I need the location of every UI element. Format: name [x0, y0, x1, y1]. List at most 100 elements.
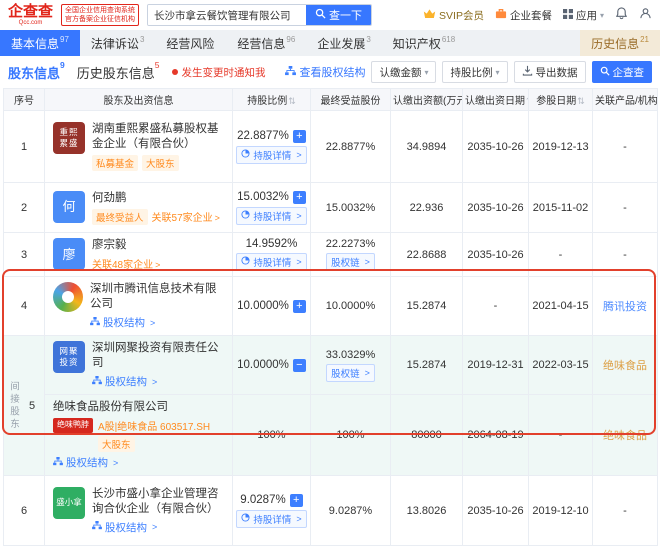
search-bar: 查一下	[147, 4, 372, 26]
tab-basic-info[interactable]: 基本信息97	[0, 30, 80, 56]
row-serial-group: 间接股东 5	[4, 336, 45, 476]
join-date-value: 2019-12-10	[529, 476, 593, 546]
shareholder-name[interactable]: 廖宗毅	[92, 238, 160, 253]
search-icon	[315, 8, 326, 22]
tab-legal[interactable]: 法律诉讼3	[80, 30, 155, 56]
product-value: -	[593, 233, 658, 277]
product-link[interactable]: 绝味食品	[593, 395, 658, 476]
tab-operation-info[interactable]: 经营信息96	[226, 30, 306, 56]
qcc-app-button[interactable]: 企查查	[592, 61, 653, 83]
shareholder-name[interactable]: 何劲鹏	[92, 191, 220, 206]
holding-detail-link[interactable]: 持股详情	[236, 146, 306, 164]
ratio-value: 14.9592%	[246, 238, 298, 250]
shareholder-name[interactable]: 深圳市腾讯信息技术有限公司	[90, 282, 224, 312]
product-value: -	[593, 183, 658, 233]
search-button[interactable]: 查一下	[306, 5, 371, 25]
equity-structure-link[interactable]: 股权结构	[92, 520, 224, 535]
equity-structure-link[interactable]: 股权结构	[90, 315, 224, 330]
tab-operation-risk[interactable]: 经营风险	[155, 30, 226, 56]
change-notify[interactable]: 发生变更时通知我	[172, 65, 266, 80]
stock-code-link[interactable]: A股|绝味食品 603517.SH	[98, 418, 210, 433]
table-row: 6 盛小拿 长沙市盛小拿企业管理咨询合伙企业（有限合伙） 股权结构 9.0287…	[4, 476, 658, 546]
ratio-value: 15.0032%	[237, 191, 289, 203]
sort-icon[interactable]: ⇅	[288, 96, 296, 106]
amount-value: 15.2874	[391, 277, 463, 336]
holding-detail-link[interactable]: 持股详情	[236, 207, 306, 225]
expand-button[interactable]: +	[293, 130, 306, 143]
view-equity-structure-link[interactable]: 查看股权结构	[285, 64, 365, 80]
shareholder-name[interactable]: 深圳网聚投资有限责任公司	[92, 341, 224, 371]
org-chart-icon	[285, 66, 296, 79]
row-serial: 4	[4, 277, 45, 336]
expand-button[interactable]: +	[293, 191, 306, 204]
table-row: 3 廖 廖宗毅 关联48家企业 14.9592% 持股详情 22.2273% 股…	[4, 233, 658, 277]
export-data-button[interactable]: 导出数据	[514, 61, 586, 83]
tab-development[interactable]: 企业发展3	[306, 30, 381, 56]
brand-slogan: 全国企业信用查询系统 官方备案企业征信机构	[61, 4, 139, 26]
holding-detail-link[interactable]: 持股详情	[236, 510, 306, 528]
shareholder-name[interactable]: 湖南重熙累盛私募股权基金企业（有限合伙）	[92, 122, 224, 152]
tab-history-shareholder[interactable]: 历史股东信息5	[77, 63, 160, 82]
join-date-value: 2022-03-15	[529, 336, 593, 395]
crown-icon	[423, 8, 436, 22]
related-companies-link[interactable]: 关联48家企业	[92, 256, 160, 271]
tab-history-info[interactable]: 历史信息21	[580, 30, 660, 56]
enterprise-package[interactable]: 企业套餐	[495, 8, 552, 23]
join-date-value: 2015-11-02	[529, 183, 593, 233]
filter-amount-dropdown[interactable]: 认缴金额 ▾	[371, 61, 436, 83]
join-date-value: -	[529, 395, 593, 476]
org-chart-icon	[90, 317, 100, 329]
equity-structure-link[interactable]: 股权结构	[53, 455, 224, 470]
holding-detail-link[interactable]: 持股详情	[236, 253, 306, 271]
chevron-down-icon: ▾	[600, 11, 604, 20]
juewei-logo: 绝味鸭脖	[53, 418, 93, 433]
search-input[interactable]	[148, 5, 306, 25]
tencent-logo-icon	[53, 282, 83, 312]
shareholder-name[interactable]: 长沙市盛小拿企业管理咨询合伙企业（有限合伙）	[92, 487, 224, 517]
apps-menu[interactable]: 应用 ▾	[563, 8, 604, 23]
pie-icon	[241, 513, 250, 525]
amount-value: 34.9894	[391, 111, 463, 183]
fund-tag: 私募基金	[92, 155, 138, 171]
equity-chain-link[interactable]: 股权链	[326, 253, 375, 271]
bell-icon[interactable]	[615, 7, 628, 23]
product-link[interactable]: 腾讯投资	[593, 277, 658, 336]
user-icon[interactable]	[639, 7, 652, 23]
col-serial: 序号	[4, 89, 45, 111]
ratio-value: 22.8877%	[237, 130, 289, 142]
collapse-button[interactable]: −	[293, 359, 306, 372]
ratio-value: 10.0000%	[237, 359, 289, 371]
row-serial: 2	[4, 183, 45, 233]
col-join-date: 参股日期⇅	[529, 89, 593, 111]
qcc-logo[interactable]: 企查查 Qcc.com	[8, 4, 53, 26]
search-icon	[600, 66, 610, 79]
table-header-row: 序号 股东及出资信息 持股比例⇅ 最终受益股份 认缴出资额(万元)⇅ 认缴出资日…	[4, 89, 658, 111]
expand-button[interactable]: +	[290, 494, 303, 507]
pie-icon	[241, 149, 250, 161]
benefit-value: 10.0000%	[311, 277, 391, 336]
related-companies-link[interactable]: 关联57家企业	[152, 209, 220, 224]
equity-structure-link[interactable]: 股权结构	[92, 374, 224, 389]
apps-grid-icon	[563, 9, 573, 22]
col-date: 认缴出资日期⇅	[463, 89, 529, 111]
benefit-value: 15.0032%	[311, 183, 391, 233]
sort-icon[interactable]: ⇅	[577, 96, 585, 106]
join-date-value: -	[529, 233, 593, 277]
product-value: -	[593, 476, 658, 546]
equity-chain-link[interactable]: 股权链	[326, 364, 375, 382]
benefit-value: 9.0287%	[311, 476, 391, 546]
join-date-value: 2019-12-13	[529, 111, 593, 183]
amount-value: 80000	[391, 395, 463, 476]
product-link[interactable]: 绝味食品	[593, 336, 658, 395]
amount-value: 15.2874	[391, 336, 463, 395]
svip-member[interactable]: SVIP会员	[423, 8, 484, 23]
expand-button[interactable]: +	[293, 300, 306, 313]
shareholder-name[interactable]: 绝味食品股份有限公司	[53, 400, 224, 415]
tab-shareholder-info[interactable]: 股东信息9	[8, 63, 65, 82]
filter-ratio-dropdown[interactable]: 持股比例 ▾	[442, 61, 507, 83]
tab-ip[interactable]: 知识产权618	[382, 30, 466, 56]
benefit-value: 22.2273%	[313, 238, 388, 250]
major-shareholder-tag: 大股东	[142, 155, 179, 171]
amount-value: 13.8026	[391, 476, 463, 546]
benefit-value: 33.0329%	[313, 349, 388, 361]
